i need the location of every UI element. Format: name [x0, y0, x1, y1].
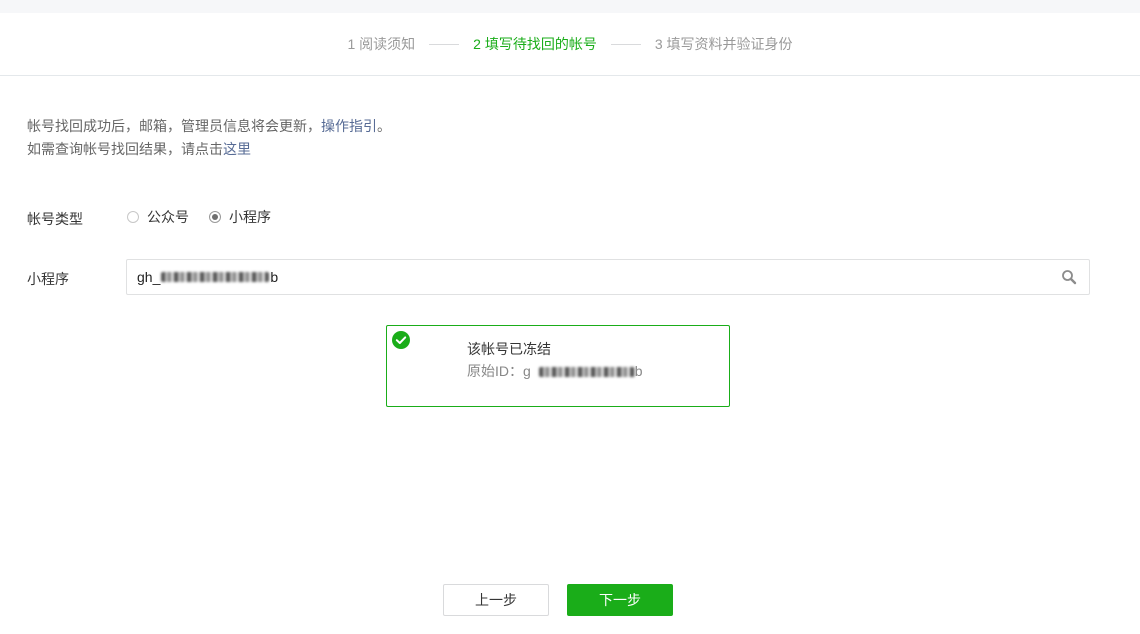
account-type-label: 帐号类型: [27, 211, 83, 227]
original-id-prefix: g: [523, 363, 531, 379]
notice-text-1: 帐号找回成功后，邮箱，管理员信息将会更新，: [27, 118, 321, 134]
notice-period: 。: [377, 118, 391, 134]
miniprogram-id-input[interactable]: gh_ b: [127, 260, 1049, 294]
prev-step-button[interactable]: 上一步: [443, 584, 549, 616]
result-status-title: 该帐号已冻结: [467, 341, 551, 357]
radio-checked-icon[interactable]: [209, 211, 221, 223]
miniprogram-search-box[interactable]: gh_ b: [126, 259, 1090, 295]
radio-miniprogram[interactable]: 小程序: [209, 207, 271, 227]
step-3: 3 填写资料并验证身份: [654, 36, 793, 52]
search-icon[interactable]: [1049, 260, 1089, 294]
radio-label-miniprogram: 小程序: [229, 209, 271, 225]
result-original-id: 原始ID：g b: [467, 361, 642, 381]
redacted-blur: [161, 272, 270, 282]
redacted-blur: [538, 367, 635, 378]
radio-unchecked-icon[interactable]: [127, 211, 139, 223]
input-value-tail: b: [270, 269, 279, 285]
radio-label-official-account: 公众号: [147, 209, 189, 225]
original-id-tail: b: [634, 363, 643, 379]
top-bar: [0, 0, 1140, 13]
notice-line-2: 如需查询帐号找回结果，请点击这里: [27, 138, 391, 161]
result-query-link[interactable]: 这里: [223, 141, 251, 157]
step-divider: [429, 43, 460, 45]
account-result-card[interactable]: 该帐号已冻结 原始ID：g b: [386, 325, 730, 407]
notice-text-2: 如需查询帐号找回结果，请点击: [27, 141, 223, 157]
guide-link[interactable]: 操作指引: [321, 118, 377, 134]
step-1: 1 阅读须知: [347, 36, 416, 52]
step-indicator: 1 阅读须知 2 填写待找回的帐号 3 填写资料并验证身份: [0, 13, 1140, 76]
radio-official-account[interactable]: 公众号: [127, 207, 189, 227]
check-circle-icon: [392, 331, 410, 349]
original-id-label: 原始ID：: [467, 363, 523, 379]
account-type-radio-group: 公众号 小程序: [127, 207, 291, 227]
step-2: 2 填写待找回的帐号: [473, 36, 597, 52]
notice: 帐号找回成功后，邮箱，管理员信息将会更新，操作指引。 如需查询帐号找回结果，请点…: [27, 115, 391, 161]
miniprogram-label: 小程序: [27, 271, 69, 287]
input-value-prefix: gh_: [137, 269, 161, 285]
notice-line-1: 帐号找回成功后，邮箱，管理员信息将会更新，操作指引。: [27, 115, 391, 138]
step-divider: [610, 43, 641, 45]
next-step-button[interactable]: 下一步: [567, 584, 673, 616]
